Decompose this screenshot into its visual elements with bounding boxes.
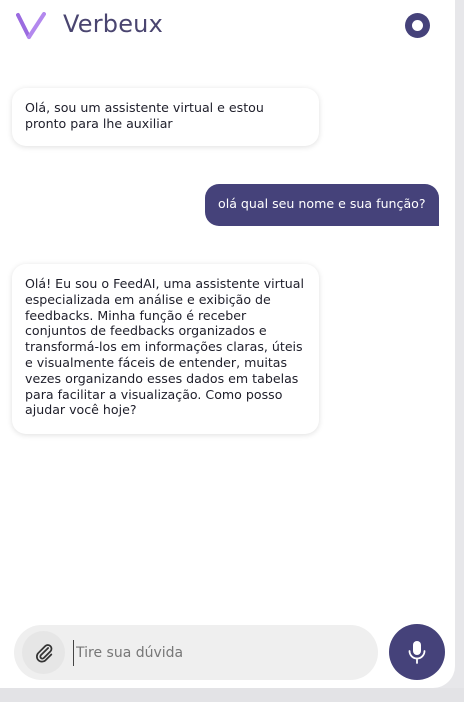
message-input[interactable]: [73, 640, 363, 666]
verbeux-logo-icon: [16, 12, 46, 39]
microphone-icon: [408, 641, 426, 664]
bot-message: Olá, sou um assistente virtual e estou p…: [12, 88, 319, 146]
microphone-button[interactable]: [389, 624, 445, 680]
user-message: olá qual seu nome e sua função?: [205, 184, 439, 226]
page-edge: [0, 688, 464, 702]
bot-message: Olá! Eu sou o FeedAI, uma assistente vir…: [12, 264, 319, 434]
brand-name: Verbeux: [63, 10, 164, 38]
attach-button[interactable]: [22, 631, 65, 674]
paperclip-icon: [35, 643, 52, 663]
chat-window: Verbeux Olá, sou um assistente virtual e…: [0, 0, 455, 688]
chat-header: Verbeux: [0, 0, 455, 52]
message-composer: [14, 625, 378, 680]
status-ring-icon[interactable]: [405, 13, 430, 38]
